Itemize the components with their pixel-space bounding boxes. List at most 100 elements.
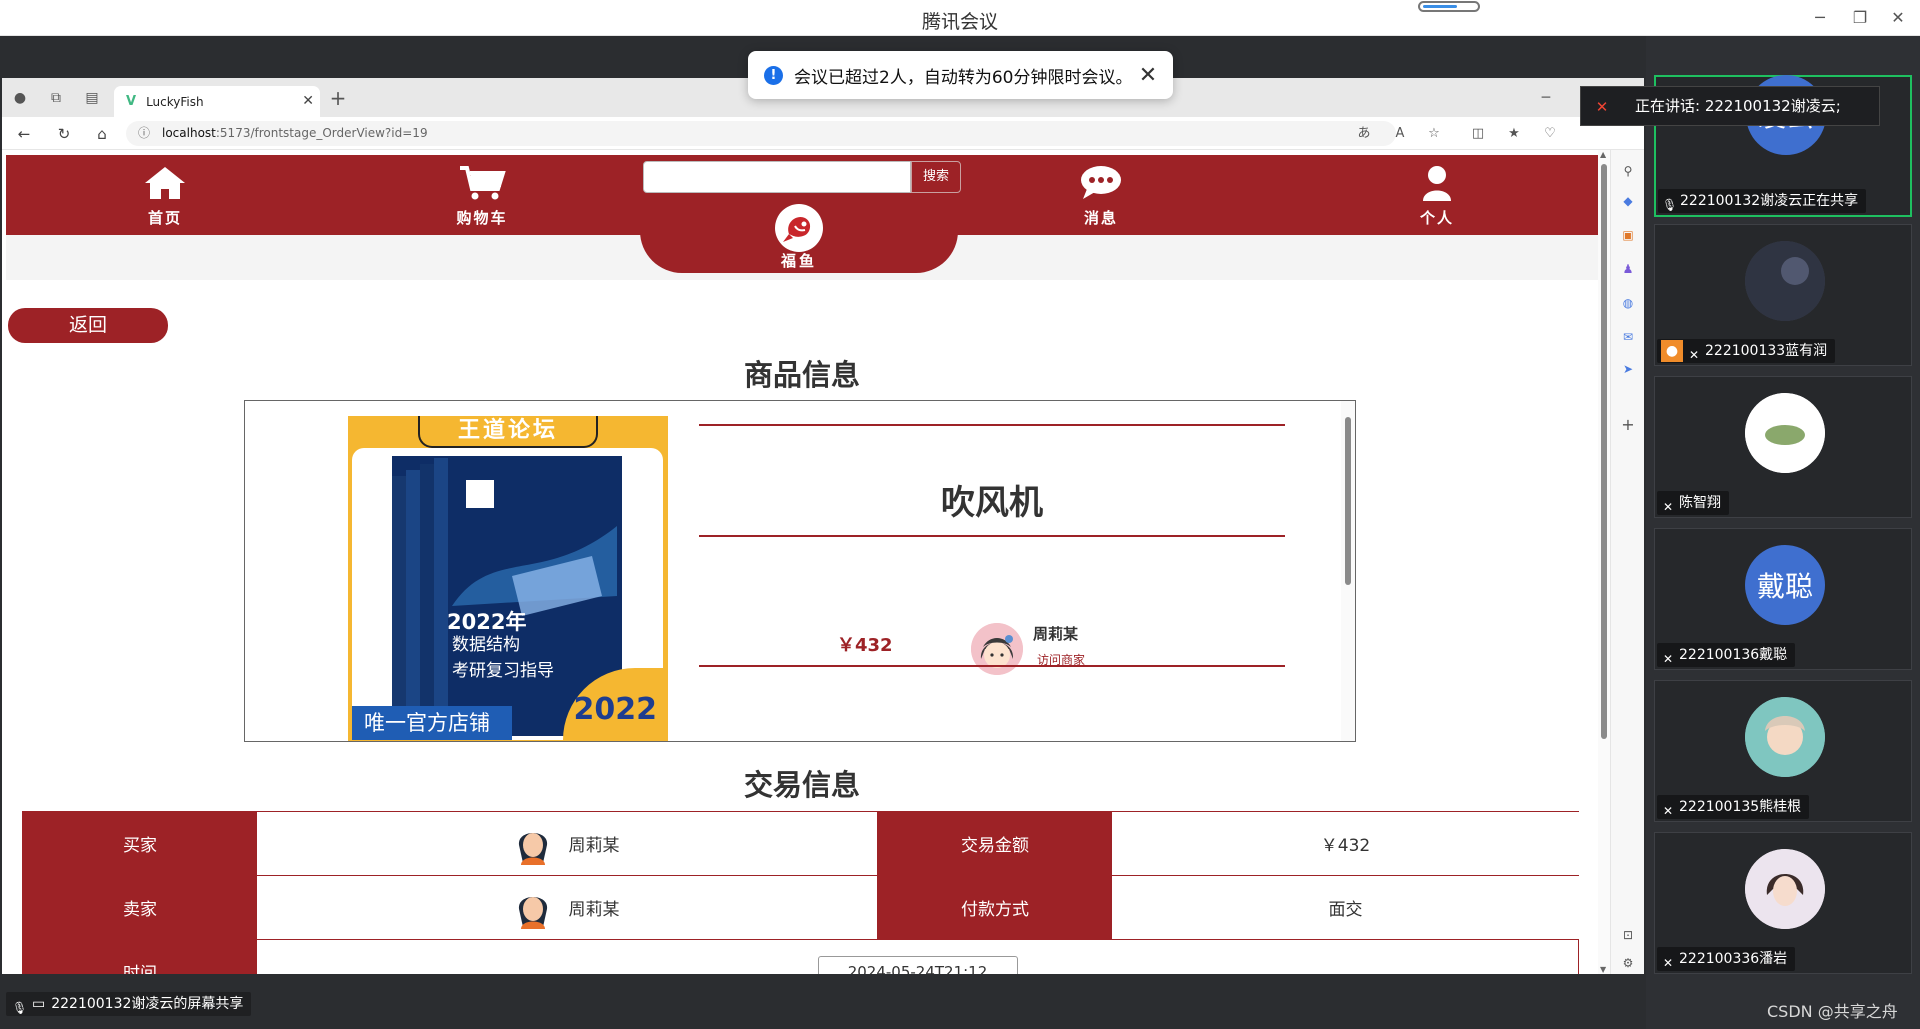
vue-logo-icon: V xyxy=(126,94,137,109)
trade-seller-name: 周莉某 xyxy=(568,900,620,920)
photo-avatar-icon xyxy=(1745,241,1825,321)
sidebar-settings-icon[interactable]: ⚙ xyxy=(1619,954,1637,972)
trade-row-buyer: 买家 周莉某 交易金额 ￥432 xyxy=(22,811,1579,875)
search-button[interactable]: 搜索 xyxy=(911,161,961,193)
browser-minimize-icon[interactable]: ─ xyxy=(1536,88,1556,108)
participant-name: 222100133蓝有润 xyxy=(1705,343,1828,359)
sidebar-games-icon[interactable]: ♟ xyxy=(1619,260,1637,278)
fish-logo[interactable] xyxy=(775,204,823,252)
read-aloud-icon[interactable]: A xyxy=(1390,124,1410,144)
seller-avatar[interactable] xyxy=(971,623,1023,675)
url-field[interactable]: ⓘ localhost:5173/frontstage_OrderView?id… xyxy=(126,121,1396,146)
user-avatar-icon: ● xyxy=(1661,340,1683,362)
nav-messages[interactable]: 消息 xyxy=(1056,165,1146,228)
page-scrollbar[interactable]: ▲ ▼ xyxy=(1598,150,1610,974)
browser-essentials-icon[interactable]: ♡ xyxy=(1540,124,1560,144)
book-title: 数据结构 考研复习指导 xyxy=(452,632,554,684)
sidebar-tools-icon[interactable]: ▣ xyxy=(1619,226,1637,244)
nav-cart[interactable]: 购物车 xyxy=(437,165,527,228)
browser-tab[interactable]: V LuckyFish ✕ xyxy=(114,86,320,117)
payment-label: 付款方式 xyxy=(878,876,1112,939)
participant-avatar xyxy=(1745,849,1825,929)
participant-tile[interactable]: ✕ 222100135熊桂根 xyxy=(1654,680,1912,822)
seller-avatar-icon xyxy=(518,896,547,929)
time-value: 2024-05-24T21:12 xyxy=(817,955,1018,974)
home-icon[interactable]: ⌂ xyxy=(92,124,112,144)
back-arrow-icon[interactable]: ← xyxy=(14,124,34,144)
profile-icon[interactable]: ● xyxy=(10,88,30,108)
goods-section-title: 商品信息 xyxy=(743,358,860,392)
search-input[interactable] xyxy=(643,161,911,193)
seller-label: 卖家 xyxy=(23,876,257,939)
user-icon xyxy=(1423,166,1451,201)
participant-tile[interactable]: ✕ 陈智翔 xyxy=(1654,376,1912,518)
participant-tile[interactable]: ✕ 222100336潘岩 xyxy=(1654,832,1912,974)
payment-value: 面交 xyxy=(1112,876,1579,939)
sidebar-add-icon[interactable]: + xyxy=(1619,416,1637,434)
info-icon: ! xyxy=(764,65,783,85)
back-button[interactable]: 返回 xyxy=(8,308,168,343)
goods-image: 2022年 数据结构 考研复习指导 2022 唯一官方店铺 王道论坛 xyxy=(348,416,668,741)
workspaces-icon[interactable]: ⧉ xyxy=(46,88,66,108)
muted-mic-icon: ✕ xyxy=(1595,98,1609,116)
muted-mic-icon: ✕ xyxy=(1662,500,1674,514)
site-info-icon[interactable]: ⓘ xyxy=(138,121,150,146)
goods-frame: 2022年 数据结构 考研复习指导 2022 唯一官方店铺 王道论坛 吹风机 ￥4… xyxy=(244,400,1356,742)
trade-row-seller: 卖家 周莉某 付款方式 面交 xyxy=(22,875,1579,939)
participant-tile[interactable]: 戴聪 ✕ 222100136戴聪 xyxy=(1654,528,1912,670)
participant-avatar: 戴聪 xyxy=(1745,545,1825,625)
girl-avatar-icon xyxy=(971,623,1023,675)
participant-name: 222100135熊桂根 xyxy=(1679,799,1802,815)
mic-icon: 🎙 xyxy=(12,1001,28,1015)
refresh-icon[interactable]: ↻ xyxy=(54,124,74,144)
participant-avatar xyxy=(1745,393,1825,473)
participant-name-tag: ✕ 222100336潘岩 xyxy=(1657,947,1796,971)
sidebar-outlook-icon[interactable]: ✉ xyxy=(1619,328,1637,346)
url-path: :5173/frontstage_OrderView?id=19 xyxy=(215,126,428,140)
book-title-line2: 考研复习指导 xyxy=(452,661,554,681)
notice-close-icon[interactable]: ✕ xyxy=(1137,63,1159,88)
sidebar-shopping-icon[interactable]: ◆ xyxy=(1619,192,1637,210)
participant-tile[interactable]: ● ✕ 222100133蓝有润 xyxy=(1654,224,1912,366)
meeting-title: 腾讯会议 xyxy=(921,11,998,33)
official-store-tag: 唯一官方店铺 xyxy=(352,706,512,740)
tab-close-icon[interactable]: ✕ xyxy=(302,93,314,109)
participant-name-tag: ✕ 陈智翔 xyxy=(1657,491,1729,515)
mic-icon: 🎙 xyxy=(1662,198,1678,212)
goods-scrollbar[interactable] xyxy=(1341,401,1355,741)
sidebar-screenshot-icon[interactable]: ⊡ xyxy=(1619,926,1637,944)
muted-mic-icon: ✕ xyxy=(1662,804,1674,818)
split-screen-icon[interactable]: ◫ xyxy=(1468,124,1488,144)
goods-name: 吹风机 xyxy=(941,483,1043,523)
participant-name-tag: ✕ 222100135熊桂根 xyxy=(1657,795,1810,819)
amount-value: ￥432 xyxy=(1112,812,1579,875)
sidebar-search-icon[interactable]: ⚲ xyxy=(1619,162,1637,180)
avatar-text: 戴聪 xyxy=(1756,570,1813,603)
seller-name: 周莉某 xyxy=(1033,625,1079,643)
nav-messages-label: 消息 xyxy=(1083,209,1118,227)
sidebar-send-icon[interactable]: ➤ xyxy=(1619,360,1637,378)
logo-label: 福鱼 xyxy=(780,252,817,270)
nav-profile[interactable]: 个人 xyxy=(1392,165,1482,228)
nav-home[interactable]: 首页 xyxy=(120,165,210,228)
share-toolbar-handle[interactable] xyxy=(1418,1,1480,12)
restore-icon[interactable]: ❐ xyxy=(1846,4,1874,32)
chat-bubble-icon xyxy=(1081,166,1121,199)
close-icon[interactable]: ✕ xyxy=(1884,4,1912,32)
photo-avatar-icon xyxy=(1745,849,1825,929)
participant-name: 222100336潘岩 xyxy=(1679,951,1788,967)
tab-actions-icon[interactable]: ▤ xyxy=(82,88,102,108)
favorite-star-icon[interactable]: ☆ xyxy=(1424,124,1444,144)
sidebar-office-icon[interactable]: ◍ xyxy=(1619,294,1637,312)
browser-window: ● ⧉ ▤ V LuckyFish ✕ + ─ ← ↻ ⌂ ⓘ localhos… xyxy=(2,78,1644,974)
fish-logo-icon xyxy=(783,216,811,242)
buyer-avatar-icon xyxy=(518,832,547,865)
muted-mic-icon: ✕ xyxy=(1662,956,1674,970)
divider-middle xyxy=(699,535,1285,537)
translate-icon[interactable]: あ xyxy=(1354,124,1374,144)
minimize-icon[interactable]: ─ xyxy=(1806,4,1834,32)
favorites-icon[interactable]: ★ xyxy=(1504,124,1524,144)
web-page: 首页 购物车 消息 个人 搜索 福鱼 返回 商品信息 2022年 数据结构 考研… xyxy=(2,150,1598,974)
buyer-name: 周莉某 xyxy=(568,836,620,856)
new-tab-icon[interactable]: + xyxy=(328,88,348,108)
